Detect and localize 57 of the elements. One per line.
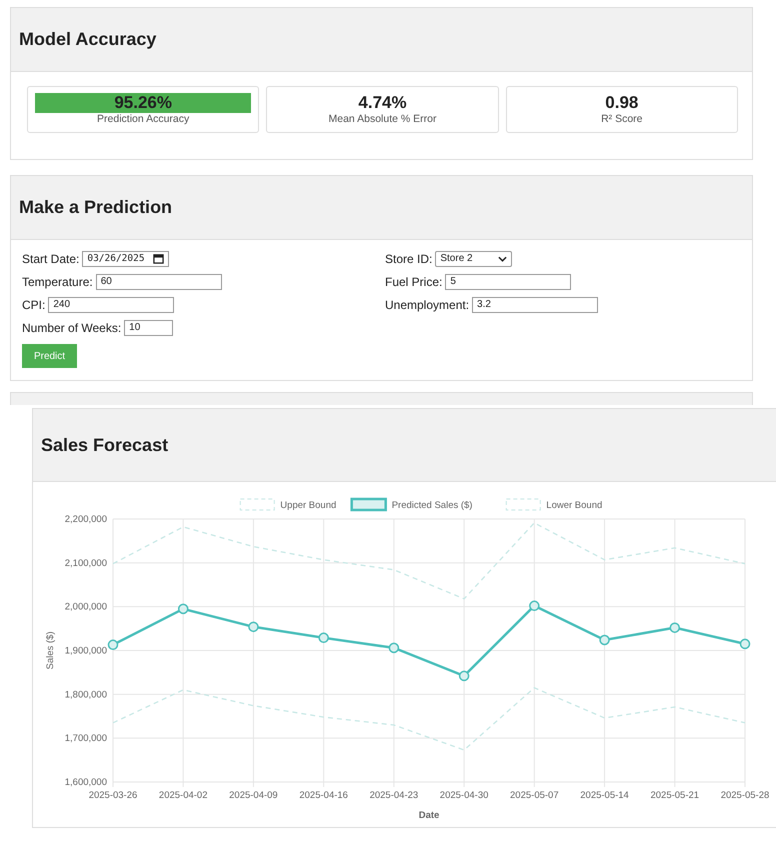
x-tick-label: 2025-04-30: [440, 790, 488, 801]
input-field[interactable]: 240: [48, 296, 174, 312]
x-tick-label: 2025-05-14: [580, 790, 629, 801]
card-title: Model Accuracy: [19, 29, 156, 50]
data-point: [529, 600, 540, 612]
data-point: [740, 638, 750, 650]
field-label: Store ID:: [385, 252, 432, 266]
card-title: Make a Prediction: [19, 197, 172, 218]
card-title: Sales Forecast: [41, 434, 168, 456]
input-field[interactable]: 60: [96, 274, 222, 290]
input-field[interactable]: 3.2: [472, 296, 598, 312]
y-axis-title: Sales ($): [45, 632, 56, 670]
x-tick-label: 2025-05-28: [720, 790, 770, 801]
metric-value: 95.26%: [35, 93, 252, 113]
x-tick-label: 2025-05-21: [650, 790, 700, 801]
field-label: Fuel Price:: [385, 274, 442, 288]
legend-label[interactable]: Predicted Sales ($): [392, 500, 472, 511]
x-tick-label: 2025-05-07: [510, 790, 559, 801]
date-field[interactable]: 03/26/2025: [82, 250, 169, 266]
field-label: Start Date:: [22, 252, 80, 266]
x-axis-title: Date: [418, 810, 440, 821]
x-tick-label: 2025-04-16: [299, 790, 348, 801]
y-tick-label: 1,800,000: [64, 689, 107, 700]
metric-value: 0.98: [604, 93, 640, 113]
metric-label: Prediction Accuracy: [96, 113, 190, 125]
field-label: Unemployment:: [385, 298, 470, 312]
field-label: Number of Weeks:: [22, 320, 122, 334]
data-point: [670, 622, 680, 633]
metric-label: Mean Absolute % Error: [328, 113, 438, 125]
field-label: Temperature:: [22, 274, 93, 288]
chevron-icon: [498, 256, 508, 262]
y-tick-label: 1,700,000: [64, 733, 107, 744]
store-select[interactable]: Store 2: [435, 250, 512, 266]
field-label: CPI:: [22, 298, 46, 312]
x-tick-label: 2025-04-02: [158, 790, 208, 801]
y-tick-label: 2,100,000: [64, 558, 107, 569]
data-point: [388, 642, 400, 654]
data-point: [248, 622, 259, 632]
legend-label[interactable]: Lower Bound: [546, 500, 602, 511]
data-point: [178, 604, 188, 614]
calendar-icon: [152, 253, 164, 264]
metric-value: 4.74%: [357, 93, 408, 113]
y-tick-label: 2,200,000: [64, 514, 107, 525]
legend-label[interactable]: Upper Bound: [280, 500, 336, 511]
input-field[interactable]: 10: [124, 320, 174, 336]
x-tick-label: 2025-04-09: [229, 790, 278, 801]
x-tick-label: 2025-03-26: [88, 790, 138, 801]
y-tick-label: 2,000,000: [64, 602, 107, 613]
data-point: [108, 640, 118, 650]
y-tick-label: 1,900,000: [64, 646, 107, 656]
metric-label: R² Score: [600, 113, 644, 125]
data-point: [458, 670, 470, 682]
data-point: [599, 634, 610, 646]
input-field[interactable]: 5: [445, 274, 572, 290]
x-tick-label: 2025-04-23: [370, 790, 418, 801]
y-tick-label: 1,600,000: [64, 777, 107, 788]
data-point: [318, 632, 329, 644]
